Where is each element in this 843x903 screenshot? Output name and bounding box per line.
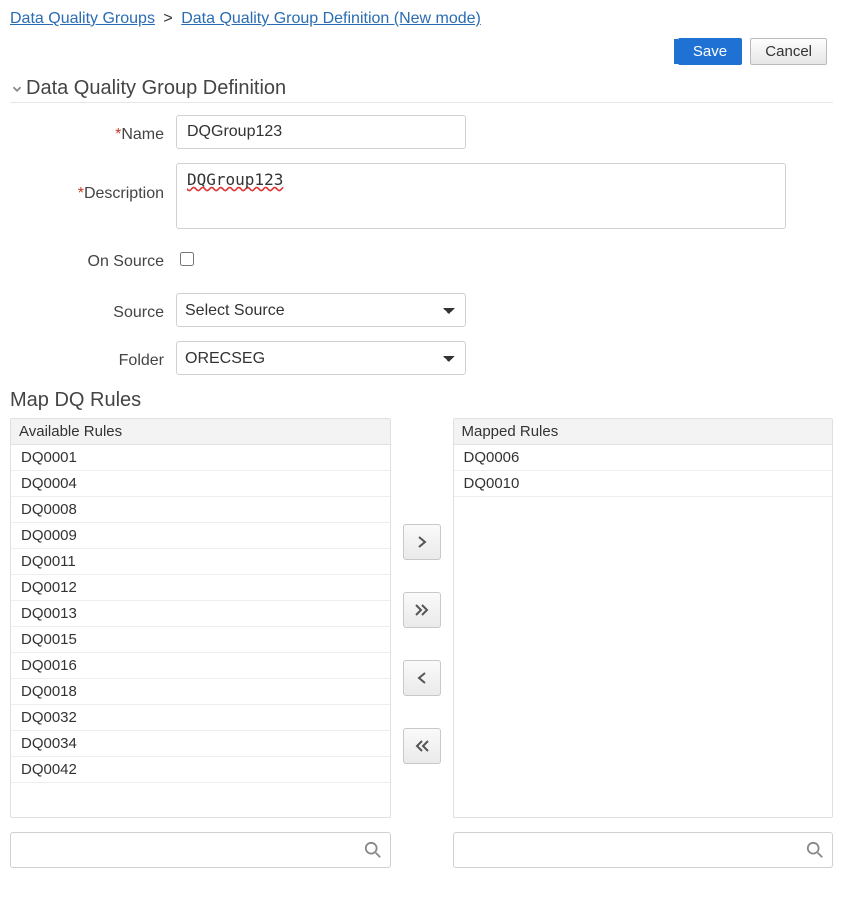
description-input[interactable]: DQGroup123 [176, 163, 786, 229]
section-header[interactable]: Data Quality Group Definition [10, 77, 833, 103]
search-icon[interactable] [364, 841, 382, 859]
available-search-input[interactable] [21, 841, 364, 860]
list-item[interactable]: DQ0013 [11, 601, 390, 627]
chevron-left-icon [416, 671, 428, 685]
available-rules-header: Available Rules [11, 419, 390, 445]
source-label: Source [10, 298, 176, 322]
rules-shuttle: Available Rules DQ0001DQ0004DQ0008DQ0009… [10, 418, 833, 818]
action-bar: Save Cancel [10, 34, 833, 77]
source-select[interactable]: Select Source [176, 293, 466, 327]
double-chevron-left-icon [414, 739, 430, 753]
name-input[interactable] [176, 115, 466, 149]
mapped-search[interactable] [453, 832, 834, 868]
list-item[interactable]: DQ0034 [11, 731, 390, 757]
list-item[interactable]: DQ0016 [11, 653, 390, 679]
list-item[interactable]: DQ0001 [11, 445, 390, 471]
breadcrumb: Data Quality Groups > Data Quality Group… [10, 8, 833, 34]
search-icon[interactable] [806, 841, 824, 859]
move-right-button[interactable] [403, 524, 441, 560]
on-source-label: On Source [10, 247, 176, 271]
search-row [10, 832, 833, 868]
available-search[interactable] [10, 832, 391, 868]
list-item[interactable]: DQ0015 [11, 627, 390, 653]
name-label: *Name [10, 120, 176, 144]
move-left-button[interactable] [403, 660, 441, 696]
list-item[interactable]: DQ0018 [11, 679, 390, 705]
list-item[interactable]: DQ0004 [11, 471, 390, 497]
move-all-right-button[interactable] [403, 592, 441, 628]
cancel-button[interactable]: Cancel [750, 38, 827, 65]
list-item[interactable]: DQ0042 [11, 757, 390, 783]
mapped-search-input[interactable] [464, 841, 807, 860]
mapped-rules-body[interactable]: DQ0006DQ0010 [454, 445, 833, 817]
shuttle-controls [391, 418, 453, 818]
available-rules-body[interactable]: DQ0001DQ0004DQ0008DQ0009DQ0011DQ0012DQ00… [11, 445, 390, 817]
description-label: *Description [10, 163, 176, 203]
mapped-rules-header: Mapped Rules [454, 419, 833, 445]
double-chevron-right-icon [414, 603, 430, 617]
list-item[interactable]: DQ0010 [454, 471, 833, 497]
list-item[interactable]: DQ0032 [11, 705, 390, 731]
available-rules-listbox: Available Rules DQ0001DQ0004DQ0008DQ0009… [10, 418, 391, 818]
breadcrumb-root-link[interactable]: Data Quality Groups [10, 10, 155, 27]
list-item[interactable]: DQ0006 [454, 445, 833, 471]
save-button[interactable]: Save [678, 38, 742, 65]
move-all-left-button[interactable] [403, 728, 441, 764]
collapse-icon [10, 82, 24, 96]
section-title: Data Quality Group Definition [26, 77, 286, 100]
list-item[interactable]: DQ0012 [11, 575, 390, 601]
list-item[interactable]: DQ0009 [11, 523, 390, 549]
on-source-checkbox[interactable] [180, 252, 194, 266]
breadcrumb-current-link[interactable]: Data Quality Group Definition (New mode) [181, 10, 481, 27]
folder-select[interactable]: ORECSEG [176, 341, 466, 375]
list-item[interactable]: DQ0011 [11, 549, 390, 575]
map-rules-header: Map DQ Rules [10, 389, 833, 412]
list-item[interactable]: DQ0008 [11, 497, 390, 523]
mapped-rules-listbox: Mapped Rules DQ0006DQ0010 [453, 418, 834, 818]
definition-form: *Name *Description DQGroup123 On Source … [10, 115, 833, 375]
folder-label: Folder [10, 346, 176, 370]
breadcrumb-separator: > [159, 10, 176, 27]
chevron-right-icon [416, 535, 428, 549]
